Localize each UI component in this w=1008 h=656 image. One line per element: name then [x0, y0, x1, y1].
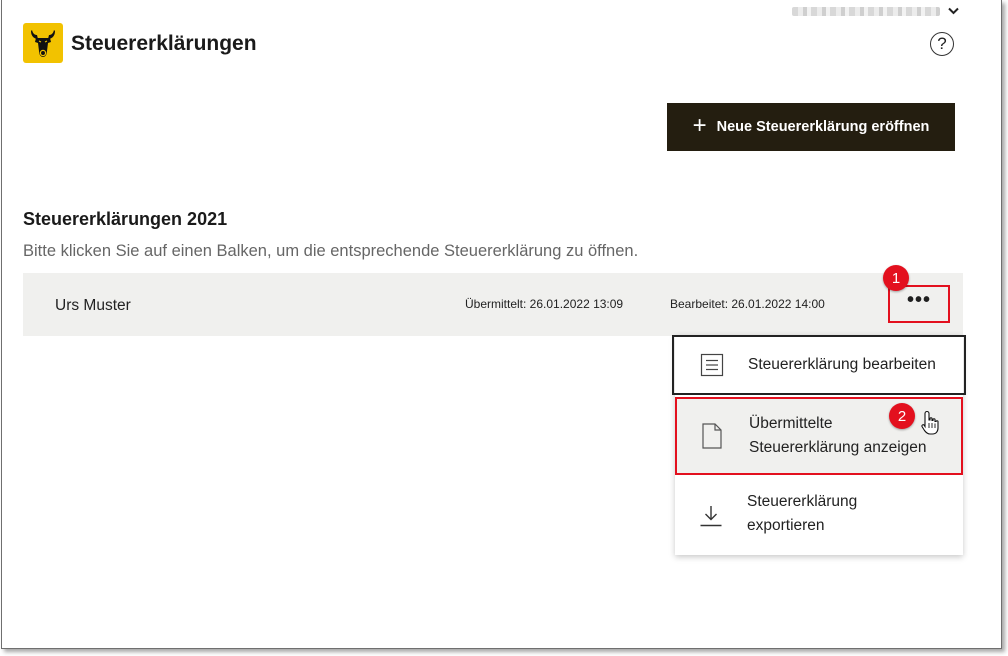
section-subtitle: Bitte klicken Sie auf einen Balken, um d… [23, 242, 639, 260]
row-context-menu: Steuererklärung bearbeiten Übermittelte … [672, 335, 966, 555]
menu-item-export-label-line1: Steuererklärung [747, 493, 858, 510]
menu-item-view-label-line2: Steuererklärung anzeigen [749, 439, 927, 456]
step-badge-1: 1 [883, 265, 909, 291]
plus-icon: + [692, 112, 707, 139]
menu-item-export[interactable]: Steuererklärung exportieren [675, 480, 963, 555]
user-menu[interactable] [792, 4, 959, 18]
more-dots-icon: ••• [906, 288, 931, 311]
menu-item-edit[interactable]: Steuererklärung bearbeiten [672, 335, 966, 395]
menu-item-view-submitted[interactable]: Übermittelte Steuererklärung anzeigen [675, 397, 963, 475]
download-icon [699, 504, 723, 533]
new-tax-return-label: Neue Steuererklärung eröffnen [716, 119, 930, 135]
help-icon[interactable]: ? [930, 32, 954, 56]
row-edited-date: Bearbeitet: 26.01.2022 14:00 [670, 297, 825, 311]
hand-cursor-icon [921, 410, 939, 441]
canton-logo [23, 23, 63, 63]
menu-item-edit-label: Steuererklärung bearbeiten [748, 356, 936, 373]
chevron-down-icon[interactable] [948, 6, 959, 16]
page-title: Steuererklärungen [71, 32, 257, 55]
new-tax-return-button[interactable]: + Neue Steuererklärung eröffnen [667, 103, 955, 151]
user-name-blurred [792, 6, 940, 16]
document-icon [701, 423, 723, 454]
section-title: Steuererklärungen 2021 [23, 209, 228, 229]
tax-return-row[interactable]: Urs Muster Übermittelt: 26.01.2022 13:09… [23, 273, 963, 336]
menu-item-export-label: Steuererklärung exportieren [747, 490, 857, 538]
app-window: Steuererklärungen ? + Neue Steuererkläru… [1, 0, 1002, 649]
step-badge-2: 2 [889, 403, 915, 429]
row-taxpayer-name: Urs Muster [55, 297, 131, 314]
document-lines-icon [700, 353, 724, 382]
row-submitted-date: Übermittelt: 26.01.2022 13:09 [465, 297, 624, 311]
menu-item-export-label-line2: exportieren [747, 517, 825, 534]
